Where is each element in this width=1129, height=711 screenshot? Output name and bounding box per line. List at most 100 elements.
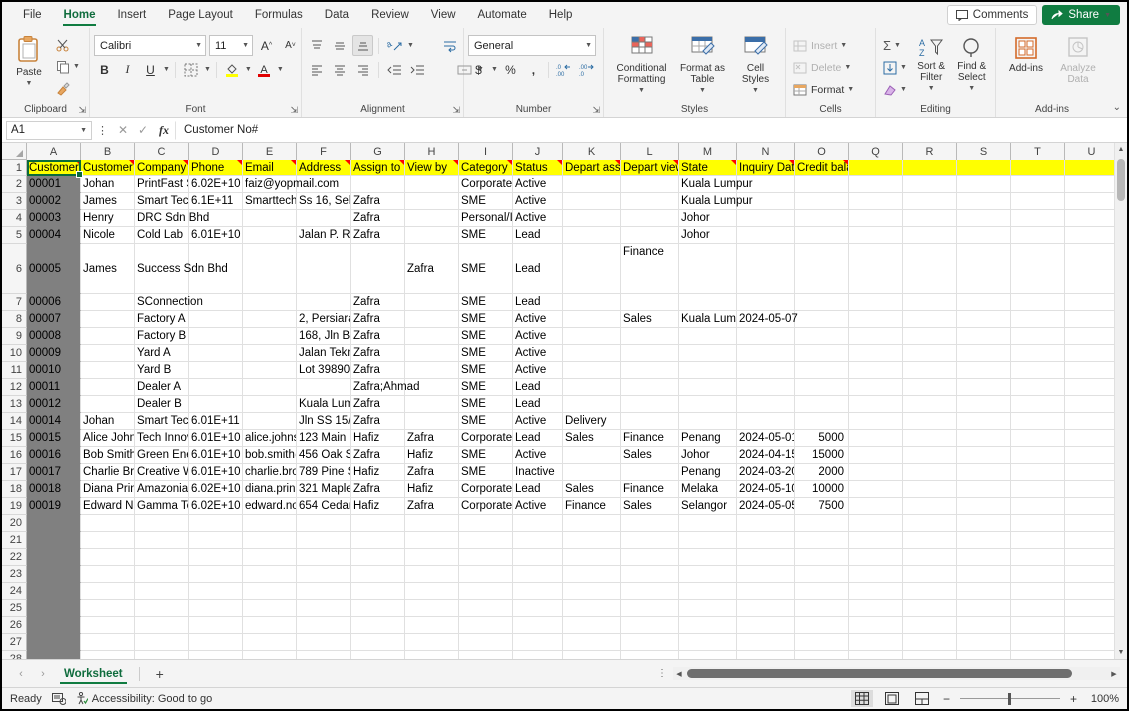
cell-E1[interactable]: Email [243,160,297,176]
cell-O7[interactable] [795,294,849,311]
cell-T10[interactable] [1011,345,1065,362]
cell-H8[interactable] [405,311,459,328]
cell-O3[interactable] [795,193,849,210]
column-header-B[interactable]: B [81,143,135,160]
cell-T9[interactable] [1011,328,1065,345]
cell-L13[interactable] [621,396,679,413]
cell-C9[interactable]: Factory B [135,328,189,345]
cell-B9[interactable] [81,328,135,345]
cell-I24[interactable] [459,583,513,600]
cell-E22[interactable] [243,549,297,566]
cell-B5[interactable]: Nicole [81,227,135,244]
cell-I16[interactable]: SME [459,447,513,464]
cell-D18[interactable]: 6.02E+10 [189,481,243,498]
cell-M27[interactable] [679,634,737,651]
cell-C6[interactable]: Success Sdn Bhd [135,244,228,294]
cell-N2[interactable] [737,176,795,193]
row-header-24[interactable]: 24 [2,583,27,600]
cell-J20[interactable] [513,515,563,532]
cell-R26[interactable] [903,617,957,634]
cell-O23[interactable] [795,566,849,583]
row-header-20[interactable]: 20 [2,515,27,532]
cell-Q8[interactable] [849,311,903,328]
cell-F16[interactable]: 456 Oak St [297,447,351,464]
cell-R18[interactable] [903,481,957,498]
cell-O15[interactable]: 5000 [795,430,849,447]
cell-E4[interactable] [243,210,297,227]
cell-L21[interactable] [621,532,679,549]
row-header-9[interactable]: 9 [2,328,27,345]
cell-F19[interactable]: 654 Cedar St [297,498,351,515]
cell-Q28[interactable] [849,651,903,659]
borders-dropdown[interactable]: ▼ [204,66,211,73]
number-format-combo[interactable]: General ▼ [468,35,596,56]
cell-N13[interactable] [737,396,795,413]
row-header-18[interactable]: 18 [2,481,27,498]
cell-I15[interactable]: Corporate [459,430,513,447]
name-box[interactable]: A1 ▼ [6,120,92,140]
cell-S8[interactable] [957,311,1011,328]
cell-B8[interactable] [81,311,135,328]
cell-G19[interactable]: Hafiz [351,498,405,515]
cell-H2[interactable] [405,176,459,193]
cell-T27[interactable] [1011,634,1065,651]
cell-U2[interactable] [1065,176,1119,193]
cell-G16[interactable]: Zafra [351,447,405,464]
cell-L8[interactable]: Sales [621,311,679,328]
ribbon-tab-automate[interactable]: Automate [467,2,538,28]
cell-N10[interactable] [737,345,795,362]
cell-Q19[interactable] [849,498,903,515]
cell-L28[interactable] [621,651,679,659]
column-header-U[interactable]: U [1065,143,1119,160]
cell-T12[interactable] [1011,379,1065,396]
cell-J10[interactable]: Active [513,345,563,362]
cell-A3[interactable]: 00002 [27,193,81,210]
cell-A1[interactable]: Customer No# [27,160,81,176]
cell-T28[interactable] [1011,651,1065,659]
cell-B26[interactable] [81,617,135,634]
cell-O20[interactable] [795,515,849,532]
cell-U17[interactable] [1065,464,1119,481]
cell-K2[interactable] [563,176,621,193]
cell-O26[interactable] [795,617,849,634]
cell-F1[interactable]: Address [297,160,351,176]
cell-L1[interactable]: Depart view [621,160,679,176]
cell-S1[interactable] [957,160,1011,176]
cell-N6[interactable] [737,244,795,294]
align-top-button[interactable] [306,35,327,56]
cell-L10[interactable] [621,345,679,362]
cell-L4[interactable] [621,210,679,227]
cell-B28[interactable] [81,651,135,659]
cell-N3[interactable] [737,193,795,210]
cell-M15[interactable]: Penang [679,430,737,447]
cell-E27[interactable] [243,634,297,651]
cell-A14[interactable]: 00014 [27,413,81,430]
cell-L5[interactable] [621,227,679,244]
cell-Q11[interactable] [849,362,903,379]
cell-I9[interactable]: SME [459,328,513,345]
cell-K13[interactable] [563,396,621,413]
cell-R21[interactable] [903,532,957,549]
cell-K25[interactable] [563,600,621,617]
cell-S19[interactable] [957,498,1011,515]
cell-I25[interactable] [459,600,513,617]
ribbon-tab-help[interactable]: Help [538,2,584,28]
cell-G15[interactable]: Hafiz [351,430,405,447]
cell-H19[interactable]: Zafra [405,498,459,515]
increase-indent-button[interactable] [407,59,428,80]
cell-B15[interactable]: Alice Johnson [81,430,135,447]
cell-C23[interactable] [135,566,189,583]
zoom-out-button[interactable]: − [941,692,952,706]
cell-L6[interactable]: Finance [621,244,679,294]
cell-G20[interactable] [351,515,405,532]
cell-J9[interactable]: Active [513,328,563,345]
cell-L22[interactable] [621,549,679,566]
cell-L15[interactable]: Finance [621,430,679,447]
cell-I13[interactable]: SME [459,396,513,413]
insert-function-icon[interactable]: fx [153,123,175,138]
cell-A4[interactable]: 00003 [27,210,81,227]
cell-S6[interactable] [957,244,1011,294]
cell-G18[interactable]: Zafra [351,481,405,498]
cell-Q17[interactable] [849,464,903,481]
column-header-J[interactable]: J [513,143,563,160]
